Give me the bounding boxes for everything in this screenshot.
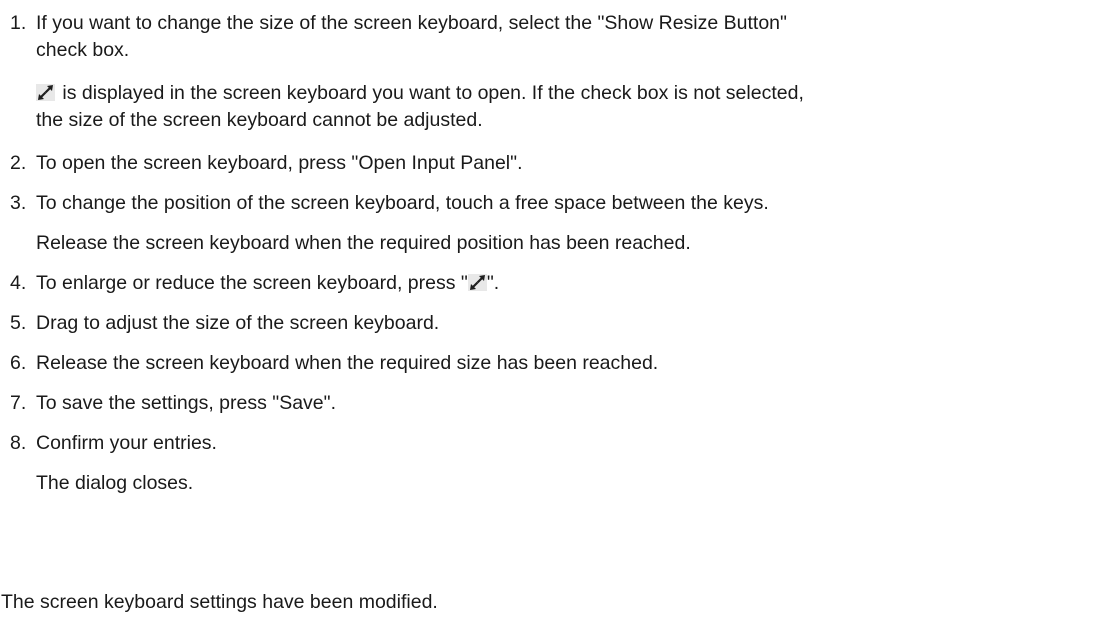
- step-note-text-continued: the size of the screen keyboard cannot b…: [36, 109, 483, 131]
- step-note-text: The dialog closes.: [36, 472, 194, 494]
- step-text-continued: check box.: [36, 39, 130, 61]
- step-number: 7.: [10, 392, 27, 414]
- result-text: The screen keyboard settings have been m…: [1, 591, 438, 613]
- step-note-text: is displayed in the screen keyboard you …: [62, 82, 804, 104]
- step-text: If you want to change the size of the sc…: [36, 12, 787, 34]
- step-number: 3.: [10, 192, 27, 214]
- step-number: 8.: [10, 432, 27, 454]
- step-text: Release the screen keyboard when the req…: [36, 352, 659, 374]
- step-text: To change the position of the screen key…: [36, 192, 769, 214]
- step-text: To open the screen keyboard, press "Open…: [36, 152, 523, 174]
- resize-arrows-icon: [467, 274, 487, 291]
- step-note-text: Release the screen keyboard when the req…: [36, 232, 691, 254]
- step-text: To save the settings, press "Save".: [36, 392, 336, 414]
- step-number: 5.: [10, 312, 27, 334]
- step-number: 2.: [10, 152, 27, 174]
- step-text: Drag to adjust the size of the screen ke…: [36, 312, 440, 334]
- step-text: To enlarge or reduce the screen keyboard…: [36, 272, 468, 294]
- step-number: 6.: [10, 352, 27, 374]
- step-number: 4.: [10, 272, 27, 294]
- resize-arrows-icon: [36, 84, 55, 101]
- step-text: Confirm your entries.: [36, 432, 217, 454]
- step-text-end: ".: [486, 272, 500, 294]
- document-page: 1. If you want to change the size of the…: [0, 0, 1109, 624]
- step-number: 1.: [10, 12, 27, 34]
